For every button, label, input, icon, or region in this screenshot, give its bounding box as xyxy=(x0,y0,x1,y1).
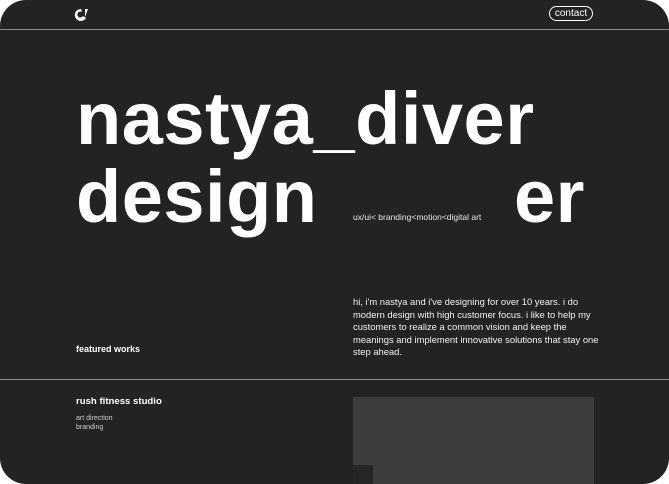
section-divider xyxy=(0,379,669,380)
skills-list: ux/ui< branding<motion<digital art xyxy=(353,212,482,222)
work-preview-image[interactable] xyxy=(353,397,594,484)
work-title[interactable]: rush fitness studio xyxy=(76,396,162,407)
hero-title-line-1: nastya_diver xyxy=(76,77,535,160)
preview-shadow-shape xyxy=(353,465,373,484)
page-frame: contact nastya_diver design ux/ui< brand… xyxy=(0,0,669,484)
contact-button[interactable]: contact xyxy=(549,6,593,21)
featured-works-label: featured works xyxy=(76,344,141,354)
logo-mark-icon[interactable] xyxy=(74,8,90,22)
work-tag: art direction xyxy=(76,415,113,422)
work-tag: branding xyxy=(76,424,104,431)
hero-title-line-2-left: design xyxy=(76,155,318,238)
intro-paragraph: hi, i'm nastya and i've designing for ov… xyxy=(353,296,599,358)
hero-title-line-2-right: er xyxy=(514,155,585,238)
header-divider xyxy=(0,29,669,30)
